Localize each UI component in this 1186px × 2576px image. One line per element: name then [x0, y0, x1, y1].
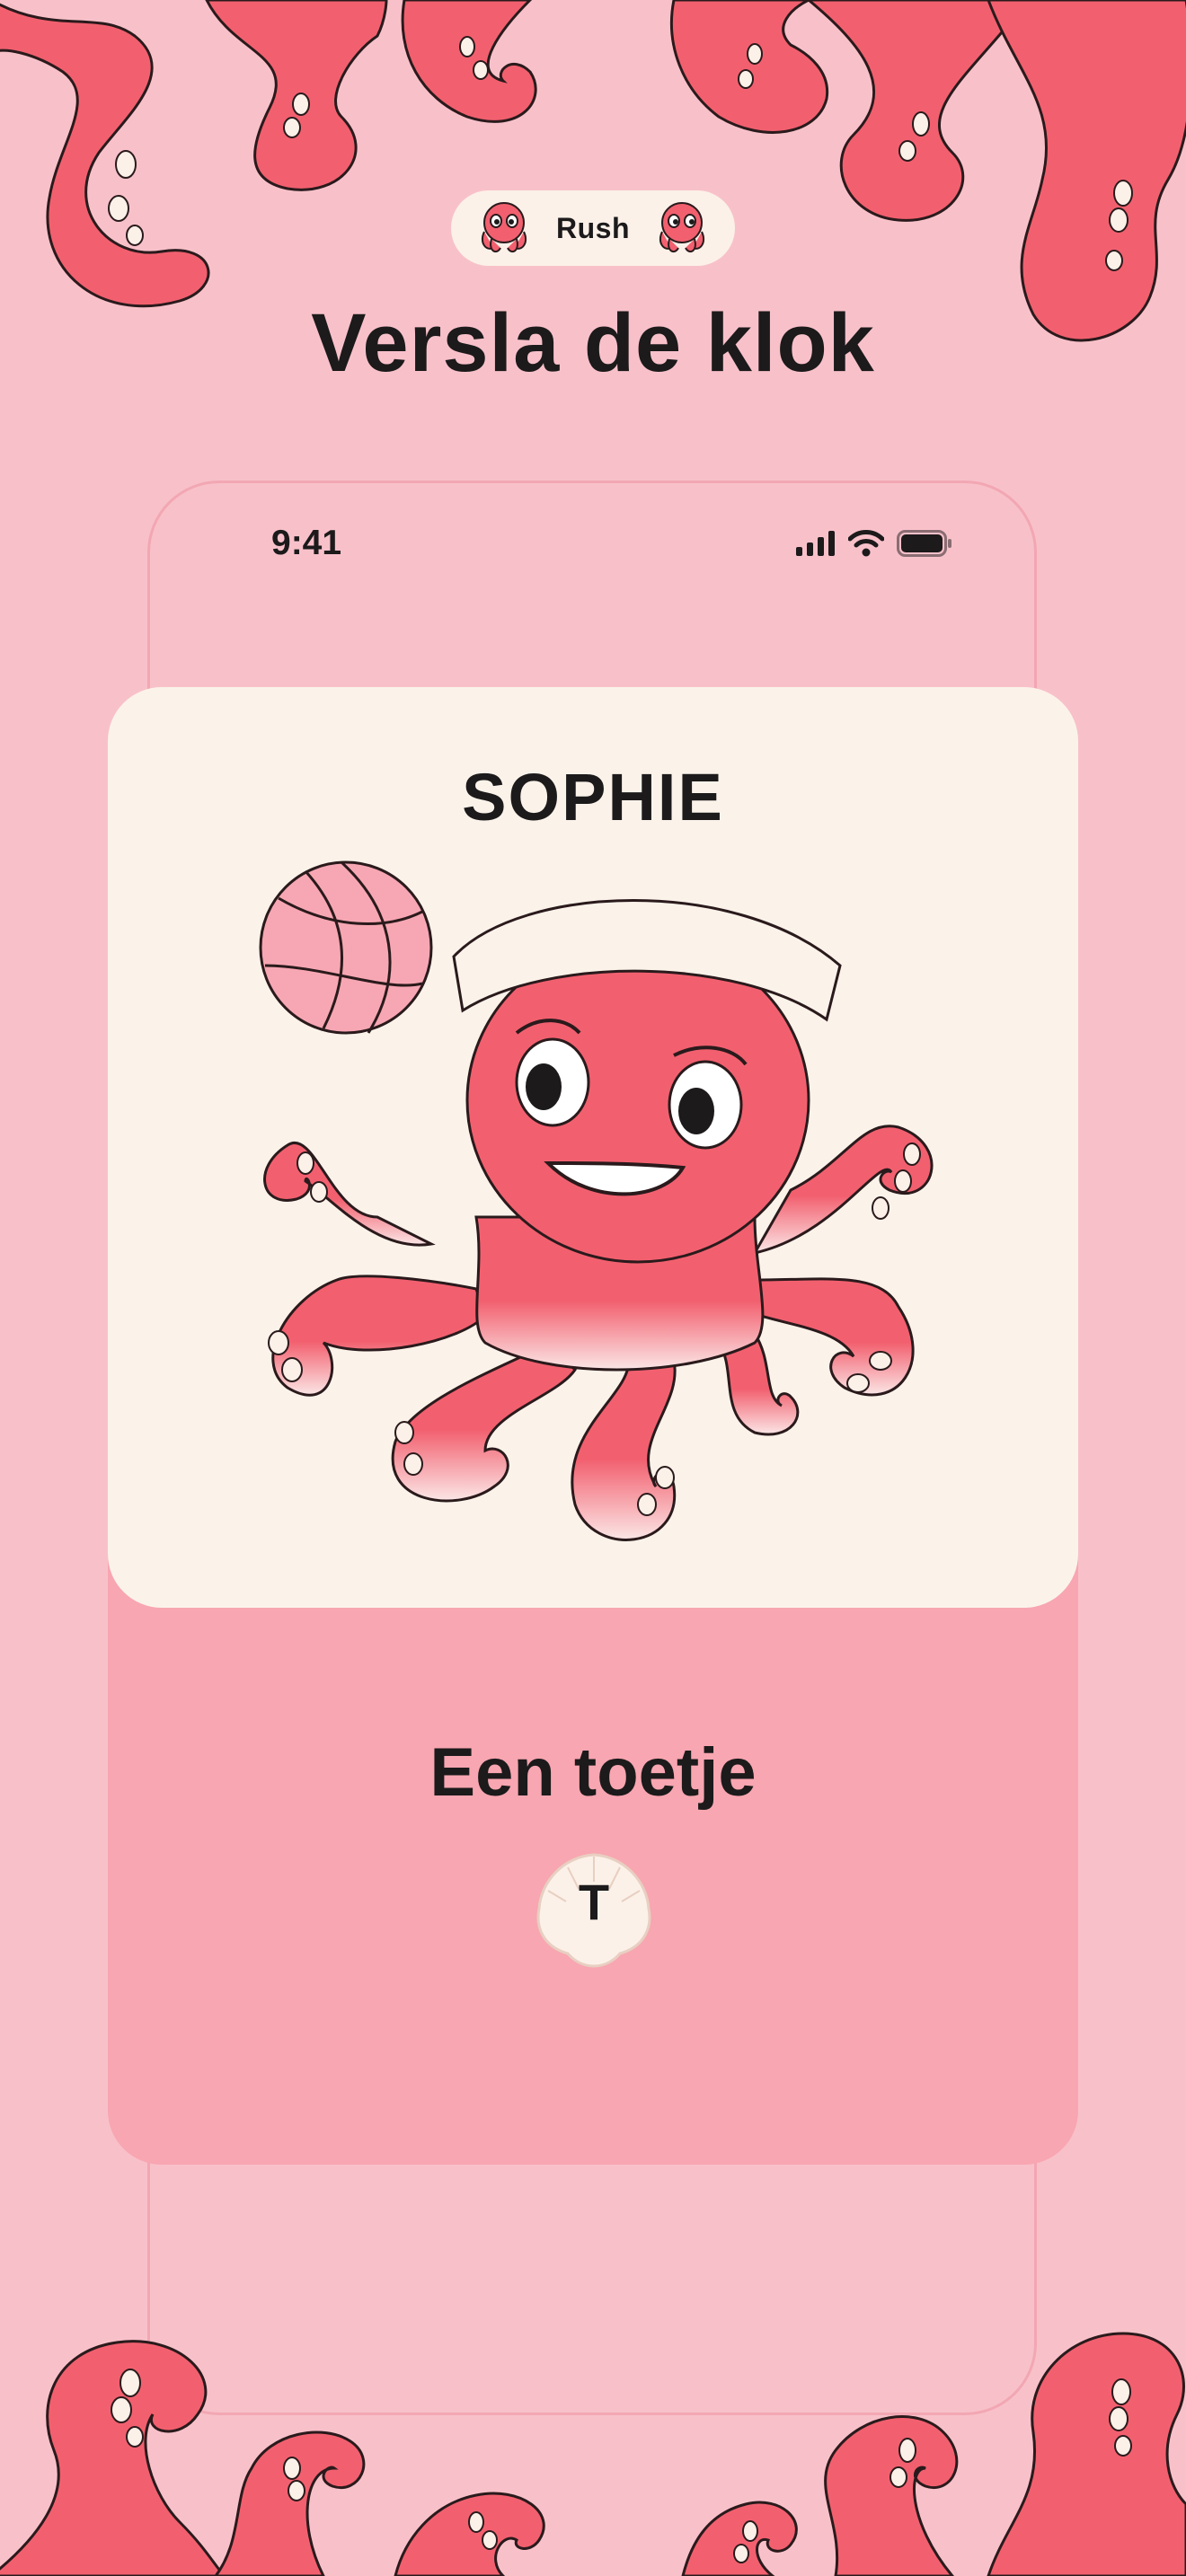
mode-badge: Rush [451, 190, 735, 266]
status-time: 9:41 [271, 524, 342, 562]
octopus-basketball-illustration [259, 860, 934, 1541]
octopus-mascot-icon [659, 202, 705, 253]
status-icons [796, 530, 952, 557]
player-card[interactable]: SOPHIE [108, 687, 1078, 1608]
battery-icon [897, 530, 951, 557]
octopus-mascot-icon [481, 202, 527, 253]
basketball-icon [259, 860, 433, 1035]
prompt-text: Een toetje [429, 1734, 757, 1811]
mode-label: Rush [556, 211, 630, 244]
wifi-icon [848, 530, 884, 557]
letter-hint[interactable]: T [532, 1846, 656, 1970]
hint-letter: T [578, 1874, 610, 1930]
player-name: SOPHIE [462, 760, 724, 834]
page-headline: Versla de klok [311, 297, 875, 389]
cellular-signal-icon [796, 531, 835, 556]
